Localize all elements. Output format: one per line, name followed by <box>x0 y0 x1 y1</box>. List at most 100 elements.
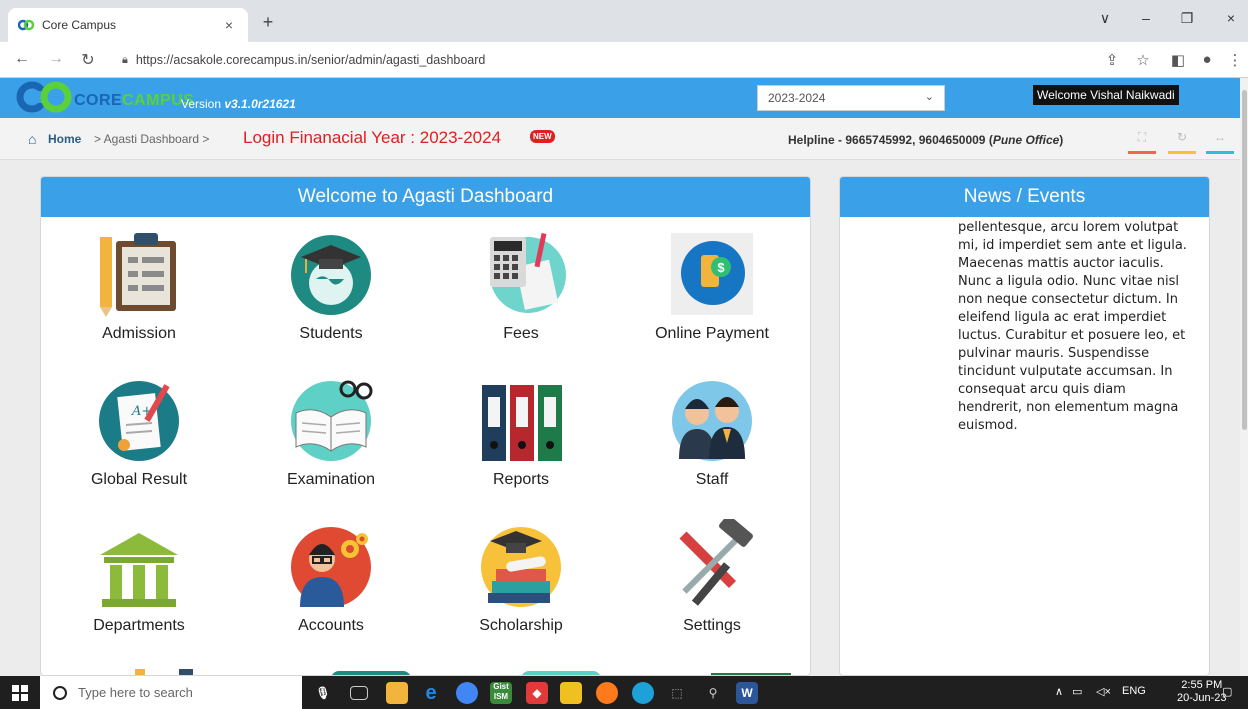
app-header: CORE CAMPUS Version v3.1.0r21621 2023-20… <box>0 78 1240 118</box>
news-panel: News / Events pellentesque, arcu lorem v… <box>839 176 1210 676</box>
notification-icon[interactable]: ▢ <box>1222 685 1232 698</box>
helpline-office: Pune Office <box>992 133 1060 147</box>
browser-tab[interactable]: Core Campus × <box>8 8 248 42</box>
tab-close-icon[interactable]: × <box>220 17 238 33</box>
chrome-icon[interactable] <box>456 682 478 704</box>
tile-label: Staff <box>695 471 729 488</box>
news-body: pellentesque, arcu lorem volutpat mi, id… <box>958 220 1187 433</box>
search-icon <box>53 685 67 700</box>
back-arrow-icon[interactable]: ← <box>12 50 32 68</box>
breadcrumb-home-link[interactable]: Home <box>48 132 81 146</box>
tile-staff[interactable]: Staff <box>622 363 802 503</box>
year-select[interactable]: 2023-2024 ⌄ <box>757 85 945 111</box>
new-badge: NEW <box>530 130 555 143</box>
core-campus-favicon-icon <box>18 19 34 31</box>
tile-admission[interactable]: Admission <box>49 217 229 357</box>
staff-group-icon <box>672 381 752 461</box>
tile-label: Fees <box>503 325 539 342</box>
firefox-icon[interactable] <box>596 682 618 704</box>
tray-expand-icon[interactable]: ∧ <box>1055 685 1063 698</box>
volume-muted-icon[interactable]: ◁× <box>1096 685 1111 698</box>
graduation-globe-icon <box>291 235 371 315</box>
restore-button[interactable]: ❐ <box>1176 10 1198 27</box>
taskbar-clock[interactable]: 2:55 PM 20-Jun-23 <box>1177 679 1227 705</box>
expand-width-icon[interactable]: ↔ <box>1206 130 1234 154</box>
accountant-icon <box>291 527 371 607</box>
clock-date: 20-Jun-23 <box>1177 692 1227 704</box>
helpline-numbers: Helpline - 9665745992, 9604650009 ( <box>788 133 993 147</box>
tile-label: Admission <box>102 325 176 342</box>
network-tray-icon[interactable]: ▭ <box>1072 685 1082 698</box>
gist-ism-icon[interactable]: Gist ISM <box>490 682 512 704</box>
login-financial-year: Login Finanacial Year : 2023-2024 <box>243 128 502 147</box>
tile-label: Departments <box>93 617 185 634</box>
calculator-icon <box>490 232 566 313</box>
tile-global-result[interactable]: A+ Global Result <box>49 363 229 503</box>
language-indicator[interactable]: ENG <box>1122 685 1146 697</box>
svg-text:$: $ <box>717 260 725 275</box>
tile-label: Students <box>299 325 363 342</box>
page-scrollbar-thumb[interactable] <box>1242 90 1247 430</box>
bookmark-star-icon[interactable]: ☆ <box>1133 51 1153 69</box>
building-icon <box>100 533 178 607</box>
profile-avatar-icon[interactable]: ● <box>1197 51 1217 68</box>
partial-tile-icon <box>135 669 145 675</box>
search-app-icon[interactable]: ⚲ <box>702 682 724 704</box>
network-app-icon[interactable]: ⬚ <box>666 682 688 704</box>
tile-settings[interactable]: Settings <box>622 509 802 649</box>
forward-arrow-icon[interactable]: → <box>46 50 66 68</box>
new-tab-button[interactable]: + <box>256 12 280 33</box>
browser-menu-icon[interactable]: ⋮ <box>1225 51 1245 69</box>
task-view-icon[interactable] <box>350 686 368 700</box>
tile-reports[interactable]: Reports <box>431 363 611 503</box>
binders-icon <box>482 385 562 461</box>
anydesk-icon[interactable]: ◆ <box>526 682 548 704</box>
tab-title: Core Campus <box>42 18 117 32</box>
fullscreen-icon[interactable]: ⛶ <box>1128 130 1156 154</box>
tile-students[interactable]: Students <box>241 217 421 357</box>
chevron-down-icon: ⌄ <box>924 91 934 103</box>
minimize-button[interactable]: – <box>1135 10 1157 26</box>
helpline-close-paren: ) <box>1059 133 1064 147</box>
internet-explorer-icon[interactable]: e <box>420 682 442 704</box>
edge-icon[interactable] <box>632 682 654 704</box>
taskbar-search-field[interactable]: Type here to search <box>40 676 302 709</box>
share-icon[interactable]: ⇪ <box>1102 51 1122 69</box>
store-icon[interactable] <box>560 682 582 704</box>
home-icon[interactable]: ⌂ <box>28 131 36 147</box>
welcome-user[interactable]: Welcome Vishal Naikwadi <box>1033 85 1179 105</box>
breadcrumb: ⌂ Home > Agasti Dashboard > Login Finana… <box>0 118 1240 160</box>
tab-search-icon[interactable]: ∨ <box>1094 10 1116 27</box>
dashboard-title: Welcome to Agasti Dashboard <box>41 177 810 217</box>
tile-departments[interactable]: Departments <box>49 509 229 649</box>
tile-online-payment[interactable]: $ Online Payment <box>622 217 802 357</box>
tile-label: Settings <box>683 617 741 634</box>
version-info: Version v3.1.0r21621 <box>181 97 296 111</box>
tile-fees[interactable]: Fees <box>431 217 611 357</box>
version-label: Version <box>181 97 222 111</box>
tile-accounts[interactable]: Accounts <box>241 509 421 649</box>
search-placeholder: Type here to search <box>78 685 193 700</box>
lock-icon: 🔒︎ <box>122 53 128 66</box>
reload-icon[interactable]: ↻ <box>78 50 98 70</box>
tile-examination[interactable]: Examination <box>241 363 421 503</box>
next-row-icons <box>41 669 810 675</box>
helpline-text: Helpline - 9665745992, 9604650009 (Pune … <box>788 133 1063 147</box>
tile-label: Scholarship <box>479 617 563 634</box>
clipboard-icon <box>100 233 176 317</box>
file-explorer-icon[interactable] <box>386 682 408 704</box>
tile-label: Examination <box>286 471 376 488</box>
refresh-icon[interactable]: ↻ <box>1168 130 1196 154</box>
word-icon[interactable]: W <box>736 682 758 704</box>
url-field[interactable]: 🔒︎ https://acsakole.corecampus.in/senior… <box>122 48 1212 72</box>
tile-label: Online Payment <box>655 325 769 342</box>
dashboard-panel: Welcome to Agasti Dashboard Admission St… <box>40 176 811 676</box>
side-panel-icon[interactable]: ◧ <box>1168 51 1188 69</box>
windows-start-icon[interactable] <box>12 685 28 701</box>
news-title: News / Events <box>840 177 1209 217</box>
certificate-icon: A+ <box>99 381 179 461</box>
tile-scholarship[interactable]: Scholarship <box>431 509 611 649</box>
close-window-button[interactable]: × <box>1220 10 1242 26</box>
microphone-icon[interactable]: 🎙︎ <box>312 682 334 704</box>
tile-label: Global Result <box>90 471 188 488</box>
